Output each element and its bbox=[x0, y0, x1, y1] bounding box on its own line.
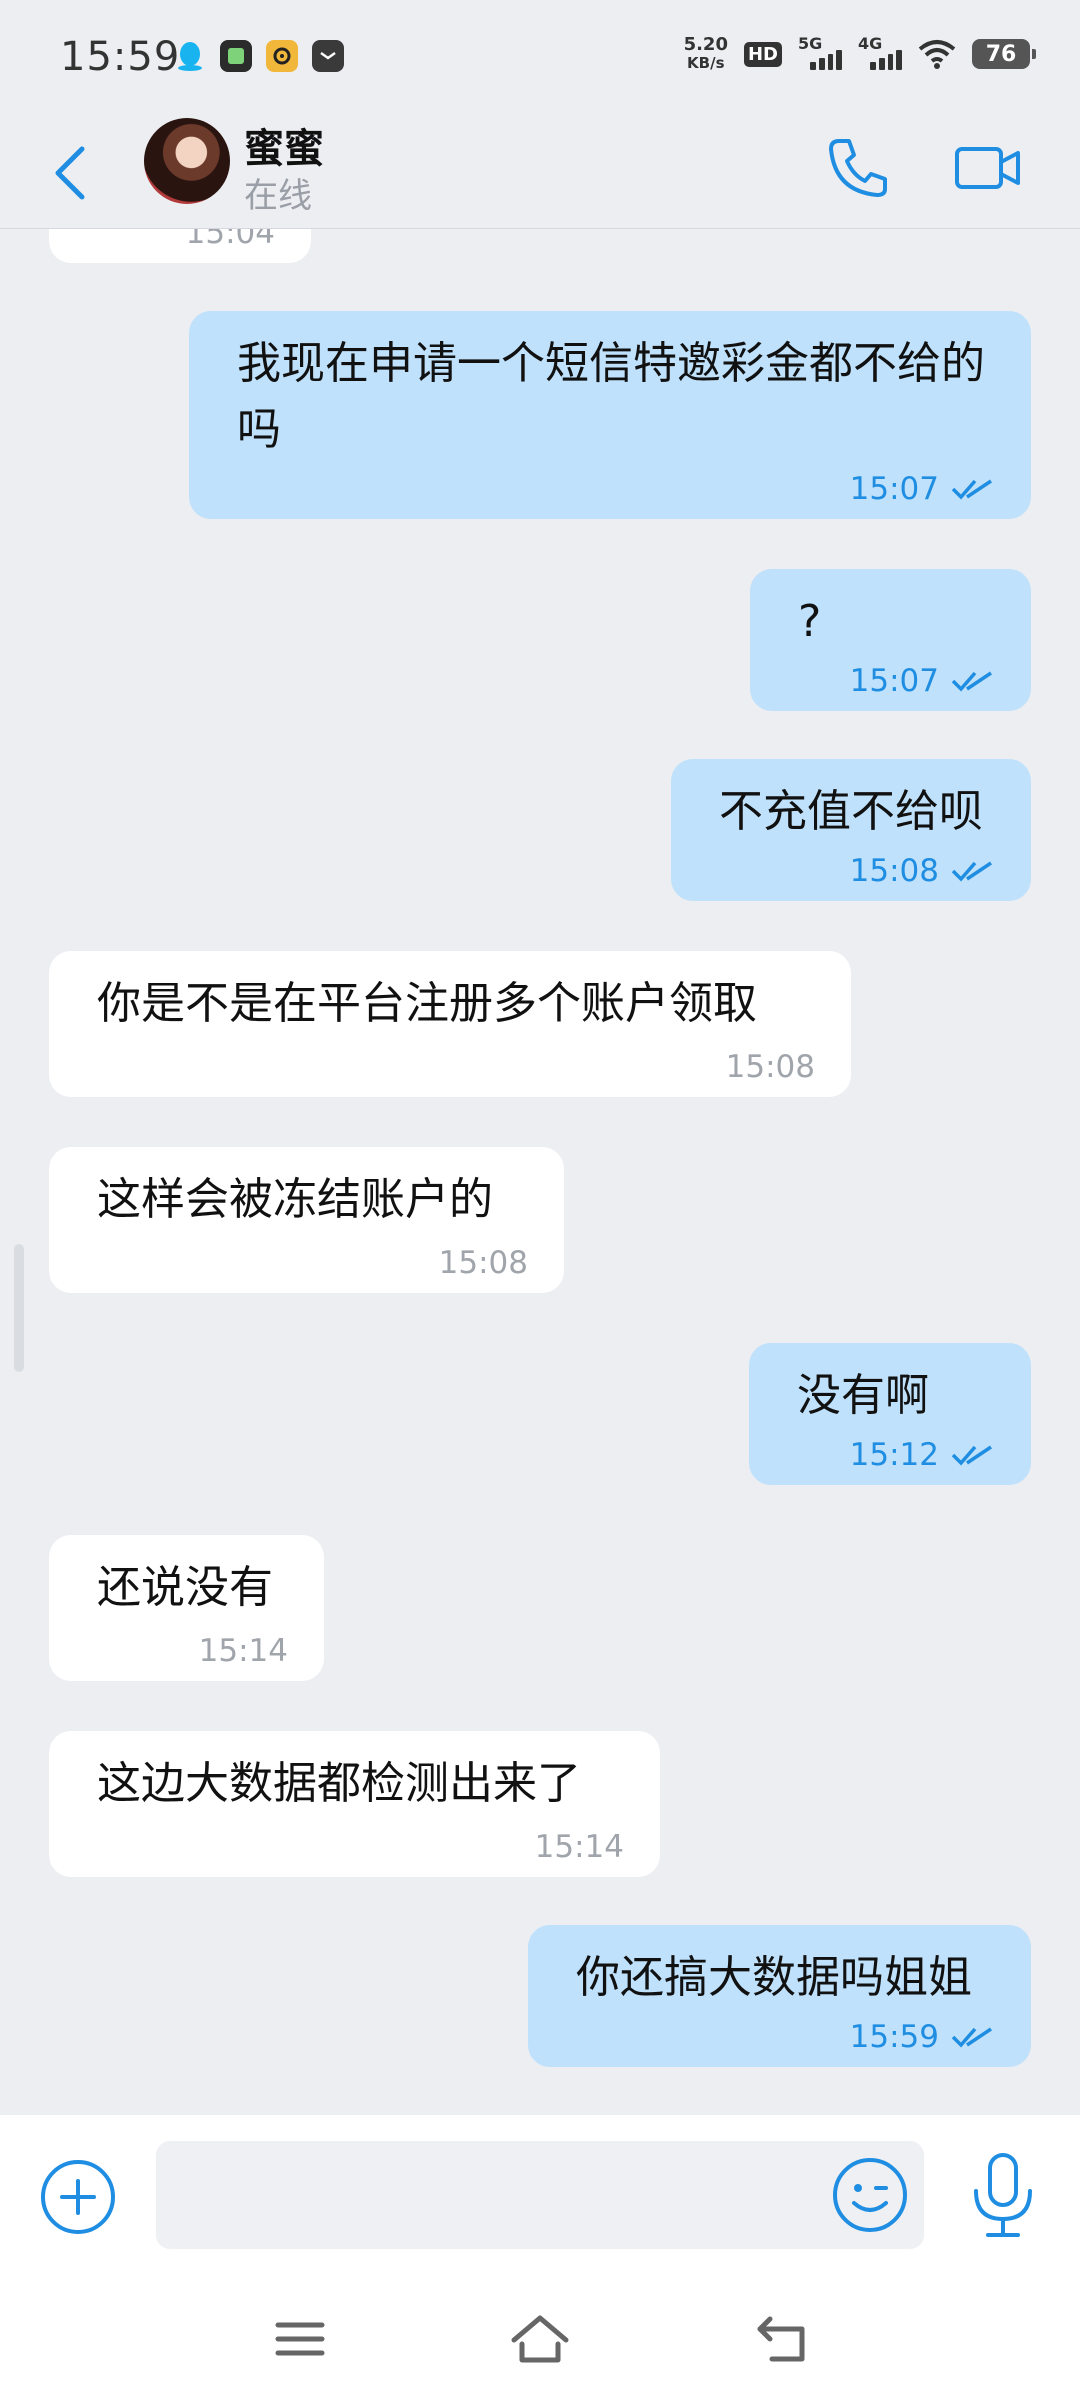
message-list[interactable]: 15:04 我现在申请一个短信特邀彩金都不给的吗 15:07 ? 15:07 不… bbox=[0, 229, 1080, 2114]
message-input-bar bbox=[0, 2115, 1080, 2275]
message-text: 你还搞大数据吗姐姐 bbox=[576, 1952, 972, 2003]
message-text: 这边大数据都检测出来了 bbox=[97, 1758, 581, 1809]
app-icon bbox=[220, 40, 252, 72]
message-bubble-incoming[interactable]: 这边大数据都检测出来了 15:14 bbox=[49, 1731, 660, 1877]
message-bubble-outgoing[interactable]: ? 15:07 bbox=[750, 569, 1031, 711]
message-text: 还说没有 bbox=[97, 1562, 273, 1613]
contact-name[interactable]: 蜜蜜 bbox=[244, 116, 324, 174]
message-meta: 15:08 bbox=[726, 1051, 815, 1083]
back-nav-button[interactable] bbox=[752, 2309, 812, 2369]
message-input[interactable] bbox=[156, 2141, 924, 2249]
app-icon bbox=[266, 40, 298, 72]
video-camera-icon bbox=[955, 147, 1020, 189]
double-check-icon bbox=[951, 861, 992, 882]
microphone-icon bbox=[974, 2153, 1032, 2237]
message-meta: 15:04 bbox=[186, 229, 275, 249]
home-button[interactable] bbox=[510, 2309, 570, 2369]
message-bubble-outgoing[interactable]: 不充值不给呗 15:08 bbox=[671, 759, 1031, 901]
menu-button[interactable] bbox=[270, 2309, 330, 2369]
network-speed-unit: KB/s bbox=[687, 54, 725, 72]
message-meta: 15:14 bbox=[199, 1635, 288, 1667]
message-time: 15:59 bbox=[849, 2019, 939, 2055]
network-speed: 5.20 KB/s bbox=[683, 34, 728, 73]
qq-icon bbox=[174, 40, 206, 72]
signal-4g-icon: 4G bbox=[858, 34, 902, 70]
add-attachment-button[interactable] bbox=[38, 2157, 118, 2237]
double-check-icon bbox=[951, 1445, 992, 1466]
back-button[interactable] bbox=[40, 133, 100, 213]
emoji-icon bbox=[833, 2158, 907, 2232]
avatar[interactable] bbox=[144, 118, 230, 204]
battery-icon: 76 bbox=[972, 39, 1036, 69]
message-time: 15:07 bbox=[849, 471, 939, 507]
back-arrow-icon bbox=[757, 2316, 805, 2362]
message-time: 15:08 bbox=[438, 1245, 528, 1281]
message-bubble-incoming[interactable]: 15:04 bbox=[49, 229, 311, 263]
battery-level: 76 bbox=[985, 41, 1017, 67]
message-time: 15:08 bbox=[725, 1049, 815, 1085]
phone-icon bbox=[829, 139, 887, 197]
message-text: 我现在申请一个短信特邀彩金都不给的吗 bbox=[237, 338, 985, 455]
plus-circle-icon bbox=[41, 2160, 115, 2234]
message-text: 你是不是在平台注册多个账户领取 bbox=[97, 978, 757, 1029]
message-time: 15:04 bbox=[185, 229, 275, 251]
double-check-icon bbox=[951, 479, 992, 500]
double-check-icon bbox=[951, 671, 992, 692]
signal-5g-icon: 5G bbox=[798, 34, 842, 70]
message-time: 15:14 bbox=[198, 1633, 288, 1669]
message-time: 15:07 bbox=[849, 663, 939, 699]
menu-icon bbox=[275, 2322, 325, 2356]
message-text: 没有啊 bbox=[797, 1370, 929, 1421]
message-text: ? bbox=[798, 596, 822, 647]
message-bubble-outgoing[interactable]: 我现在申请一个短信特邀彩金都不给的吗 15:07 bbox=[189, 311, 1031, 519]
message-bubble-outgoing[interactable]: 你还搞大数据吗姐姐 15:59 bbox=[528, 1925, 1031, 2067]
network-speed-value: 5.20 bbox=[683, 34, 728, 55]
message-meta: 15:08 bbox=[850, 855, 995, 887]
emoji-button[interactable] bbox=[830, 2155, 910, 2235]
voice-call-button[interactable] bbox=[818, 128, 898, 208]
scrollbar[interactable] bbox=[14, 1244, 24, 1372]
message-meta: 15:59 bbox=[850, 2021, 995, 2053]
contact-status: 在线 bbox=[244, 176, 312, 216]
message-time: 15:12 bbox=[849, 1437, 939, 1473]
message-meta: 15:07 bbox=[850, 665, 995, 697]
message-text: 这样会被冻结账户的 bbox=[97, 1174, 493, 1225]
message-bubble-incoming[interactable]: 这样会被冻结账户的 15:08 bbox=[49, 1147, 564, 1293]
video-call-button[interactable] bbox=[948, 128, 1028, 208]
sim2-network-label: 4G bbox=[858, 34, 883, 53]
chat-header: 蜜蜜 在线 bbox=[0, 118, 1080, 229]
message-time: 15:14 bbox=[534, 1829, 624, 1865]
double-check-icon bbox=[951, 2027, 992, 2048]
message-time: 15:08 bbox=[849, 853, 939, 889]
status-indicators: 5.20 KB/s HD 5G 4G 76 bbox=[683, 34, 1036, 73]
hd-badge: HD bbox=[743, 41, 782, 67]
message-meta: 15:14 bbox=[535, 1831, 624, 1863]
message-meta: 15:08 bbox=[439, 1247, 528, 1279]
chat-screen: 15:59 5.20 KB/s HD 5G 4G 76 蜜蜜 在线 15:04 … bbox=[0, 0, 1080, 2400]
status-time: 15:59 bbox=[60, 34, 181, 80]
message-meta: 15:07 bbox=[850, 473, 995, 505]
wifi-icon bbox=[918, 40, 956, 69]
message-bubble-outgoing[interactable]: 没有啊 15:12 bbox=[749, 1343, 1031, 1485]
chevron-left-icon bbox=[55, 146, 85, 200]
message-text: 不充值不给呗 bbox=[719, 786, 983, 837]
message-bubble-incoming[interactable]: 你是不是在平台注册多个账户领取 15:08 bbox=[49, 951, 851, 1097]
status-bar: 15:59 5.20 KB/s HD 5G 4G 76 bbox=[0, 0, 1080, 118]
notification-icons bbox=[174, 40, 344, 72]
voice-input-button[interactable] bbox=[966, 2151, 1040, 2241]
home-icon bbox=[511, 2315, 569, 2363]
message-icon bbox=[312, 40, 344, 72]
system-navigation-bar bbox=[0, 2275, 1080, 2400]
sim1-network-label: 5G bbox=[798, 34, 823, 53]
message-bubble-incoming[interactable]: 还说没有 15:14 bbox=[49, 1535, 324, 1681]
message-meta: 15:12 bbox=[850, 1439, 995, 1471]
